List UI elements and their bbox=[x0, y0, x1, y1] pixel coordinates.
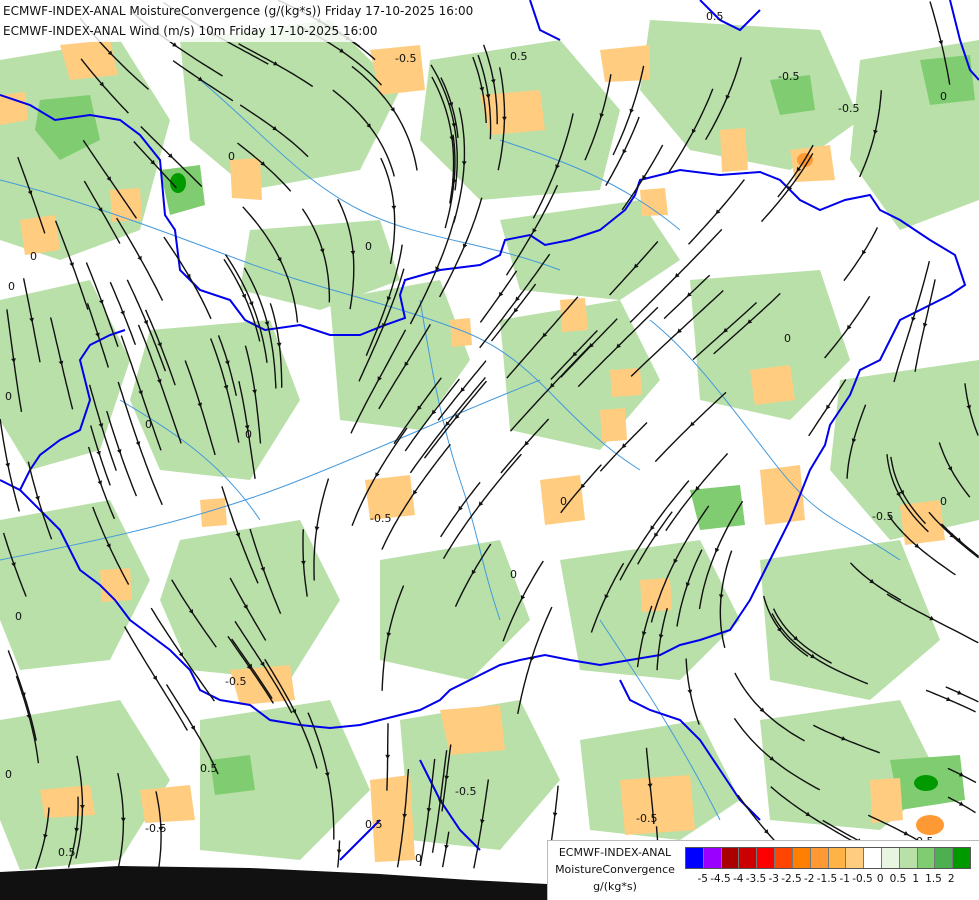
legend-color-bar bbox=[685, 847, 971, 869]
contour-label: -0.5 bbox=[395, 52, 416, 65]
legend-tick: -2.5 bbox=[781, 873, 802, 885]
header-title-moisture: ECMWF-INDEX-ANAL MoistureConvergence (g/… bbox=[3, 4, 474, 18]
legend-tick: -1.5 bbox=[816, 873, 838, 885]
contour-label: 0 bbox=[415, 852, 422, 865]
contour-label: 0.5 bbox=[200, 762, 218, 775]
contour-label: -0.5 bbox=[145, 822, 166, 835]
legend-tick: -3 bbox=[768, 873, 779, 885]
contour-label: -0.5 bbox=[370, 512, 391, 525]
legend-swatch bbox=[917, 848, 936, 868]
contour-label: -0.5 bbox=[778, 70, 799, 83]
contour-label: 0 bbox=[940, 90, 947, 103]
color-legend: ECMWF-INDEX-ANAL MoistureConvergence g/(… bbox=[547, 840, 979, 900]
legend-swatch bbox=[739, 848, 758, 868]
legend-variable-name: MoistureConvergence bbox=[555, 863, 675, 876]
contour-label: 0 bbox=[365, 240, 372, 253]
legend-swatch bbox=[935, 848, 954, 868]
contour-label: 0 bbox=[5, 768, 12, 781]
legend-tick: -4.5 bbox=[710, 873, 731, 885]
legend-tick: -3.5 bbox=[745, 873, 767, 885]
legend-swatch bbox=[810, 848, 829, 868]
contour-label: 0 bbox=[245, 428, 252, 441]
contour-label: -0.5 bbox=[838, 102, 859, 115]
legend-tick: -4 bbox=[733, 873, 744, 885]
legend-swatch bbox=[703, 848, 722, 868]
contour-label: 0 bbox=[5, 390, 12, 403]
contour-label: 0 bbox=[145, 418, 152, 431]
contour-label: 0 bbox=[8, 280, 15, 293]
legend-tick: -1 bbox=[839, 873, 850, 885]
legend-swatch bbox=[721, 848, 740, 868]
contour-label: 0.5 bbox=[58, 846, 76, 859]
legend-units: g/(kg*s) bbox=[593, 880, 637, 893]
contour-label: 0.5 bbox=[365, 818, 383, 831]
legend-swatch bbox=[757, 848, 776, 868]
legend-swatch bbox=[953, 848, 970, 868]
header-title-wind: ECMWF-INDEX-ANAL Wind (m/s) 10m Friday 1… bbox=[3, 24, 378, 38]
contour-label: -0.5 bbox=[872, 510, 893, 523]
legend-swatch bbox=[846, 848, 865, 868]
legend-tick: 1 bbox=[912, 873, 920, 885]
legend-tick: -2 bbox=[804, 873, 815, 885]
legend-tick: -0.5 bbox=[852, 873, 873, 885]
legend-tick: 0.5 bbox=[889, 873, 907, 885]
contour-label: 0 bbox=[228, 150, 235, 163]
legend-tick-labels: -5 -4.5 -4 -3.5 -3 -2.5 -2 -1.5 -1 -0.5 0 0.5 1 1.5 2 bbox=[685, 873, 971, 889]
legend-tick: 0 bbox=[876, 873, 884, 885]
contour-label: 0 bbox=[510, 568, 517, 581]
legend-swatch bbox=[828, 848, 847, 868]
contour-label: 0.5 bbox=[510, 50, 528, 63]
map-header: ECMWF-INDEX-ANAL MoistureConvergence (g/… bbox=[0, 0, 528, 42]
contour-label: -0.5 bbox=[455, 785, 476, 798]
contour-label: -0.5 bbox=[225, 675, 246, 688]
legend-tick: 1.5 bbox=[925, 873, 942, 885]
legend-tick: 2 bbox=[947, 873, 955, 885]
legend-swatch bbox=[899, 848, 918, 868]
legend-swatch bbox=[792, 848, 811, 868]
map-canvas: 0.5 -0.5 0.5 -0.5 0 0 0 0 0 0 0 0 -0.5 0… bbox=[0, 0, 979, 900]
weather-map: 0.5 -0.5 0.5 -0.5 0 0 0 0 0 0 0 0 -0.5 0… bbox=[0, 0, 979, 900]
contour-label: 0 bbox=[784, 332, 791, 345]
legend-swatch bbox=[775, 848, 793, 868]
legend-tick: -5 bbox=[697, 873, 708, 885]
legend-swatch bbox=[864, 848, 882, 868]
contour-label: -0.5 bbox=[636, 812, 657, 825]
contour-label: 0 bbox=[940, 495, 947, 508]
contour-label: 0 bbox=[560, 495, 567, 508]
legend-swatch bbox=[686, 848, 704, 868]
legend-swatch bbox=[881, 848, 900, 868]
legend-model-name: ECMWF-INDEX-ANAL bbox=[558, 846, 672, 859]
contour-label: 0.5 bbox=[706, 10, 724, 23]
contour-label: 0 bbox=[15, 610, 22, 623]
contour-label: 0 bbox=[30, 250, 37, 263]
